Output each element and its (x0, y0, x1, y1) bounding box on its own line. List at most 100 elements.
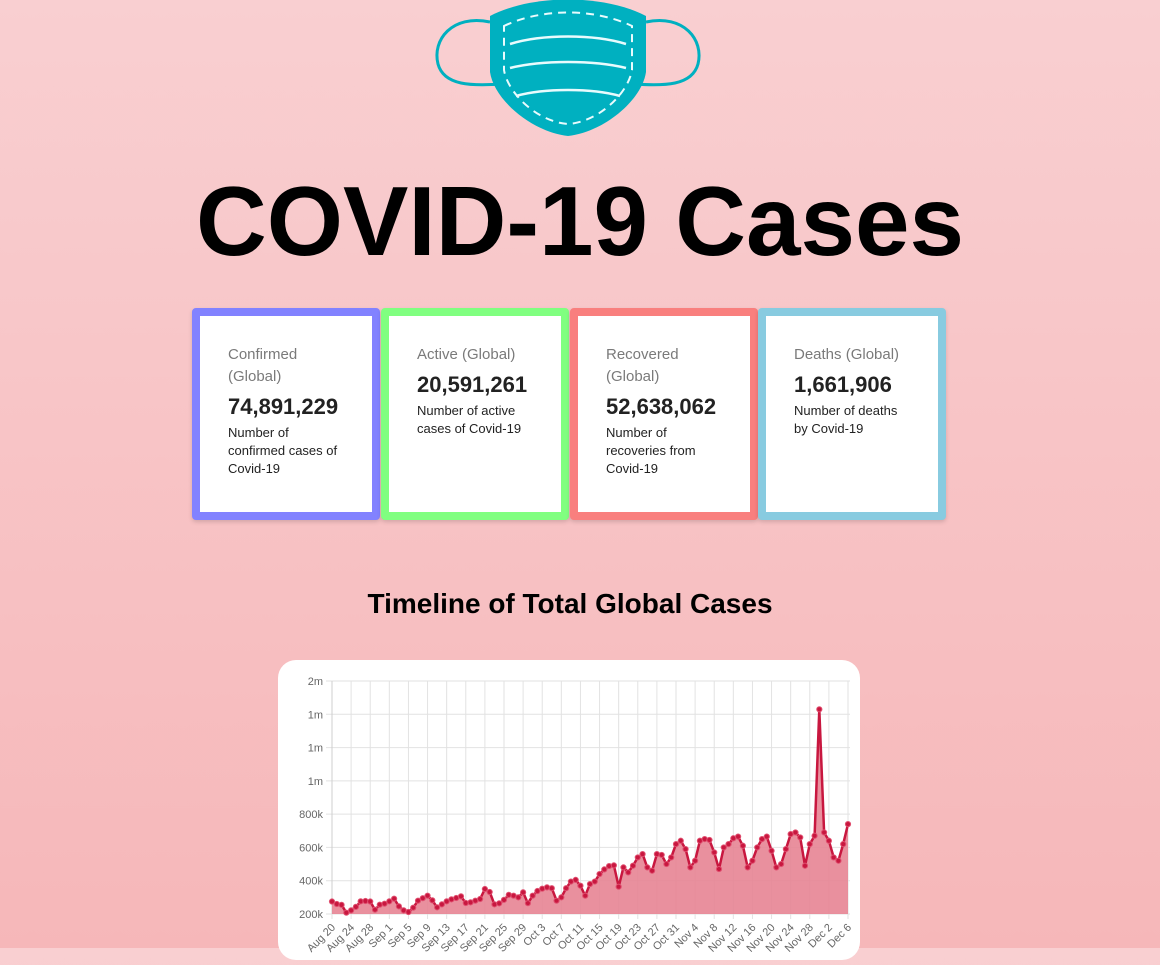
data-point (773, 864, 780, 871)
recovered-card: Recovered (Global) 52,638,062 Number of … (570, 308, 758, 520)
data-point (410, 904, 417, 911)
data-point (629, 862, 637, 869)
data-point (596, 870, 603, 878)
confirmed-card: Confirmed (Global) 74,891,229 Number of … (192, 308, 380, 520)
timeline-chart-card: 200k 400k 600k 800k 1m 1m 1m 2m Aug 20 Aug 24 Aug … (278, 660, 860, 960)
data-point (715, 865, 723, 873)
data-point (763, 833, 770, 840)
data-point (438, 901, 445, 908)
recovered-value: 52,638,062 (606, 394, 717, 419)
data-point (672, 841, 680, 848)
data-point (486, 888, 493, 896)
face-mask-icon (435, 0, 701, 136)
data-point (524, 900, 531, 907)
data-point (811, 832, 818, 839)
data-point (720, 844, 727, 851)
data-point (457, 893, 465, 900)
data-point (582, 892, 589, 899)
y-tick-label: 1m (308, 776, 323, 788)
data-point (520, 889, 527, 896)
data-point (778, 860, 785, 868)
data-point (634, 854, 641, 861)
data-point (692, 857, 699, 864)
data-point (649, 867, 656, 874)
data-point (797, 834, 804, 841)
data-point (644, 864, 651, 871)
data-point (500, 896, 508, 903)
y-tick-label: 1m (308, 743, 323, 755)
data-point (687, 864, 694, 871)
y-tick-label: 200k (299, 909, 323, 921)
recovered-description: Number of recoveries from Covid-19 (606, 425, 696, 476)
data-point (515, 894, 522, 901)
data-point (754, 844, 761, 851)
active-label: Active (Global) (417, 346, 516, 363)
data-point (577, 882, 584, 889)
deaths-card: Deaths (Global) 1,661,906 Number of deat… (758, 308, 946, 520)
data-point (830, 854, 837, 861)
data-point (620, 864, 627, 871)
data-point (668, 854, 675, 861)
data-point (625, 869, 632, 876)
active-card: Active (Global) 20,591,261 Number of act… (381, 308, 569, 520)
data-point (434, 904, 441, 911)
data-point (429, 897, 436, 904)
y-tick-label: 600k (299, 842, 323, 854)
active-value: 20,591,261 (417, 372, 528, 397)
data-point (553, 897, 560, 904)
timeline-chart: 200k400k600k800k1m1m1m2mAug 20Aug 24Aug … (299, 676, 854, 955)
data-point (405, 908, 412, 916)
data-point (477, 895, 484, 903)
y-tick-label: 1m (308, 709, 323, 721)
recovered-label: Recovered (Global) (606, 346, 679, 385)
deaths-value: 1,661,906 (794, 372, 892, 397)
deaths-label: Deaths (Global) (794, 346, 900, 363)
data-point (639, 850, 646, 858)
data-point (725, 841, 732, 848)
data-point (391, 895, 398, 902)
timeline-title: Timeline of Total Global Cases (367, 588, 773, 619)
y-tick-label: 400k (299, 876, 323, 888)
data-point (744, 864, 751, 871)
data-point (591, 878, 598, 885)
data-point (840, 841, 847, 848)
data-point (739, 842, 746, 849)
confirmed-description: Number of confirmed cases of Covid-19 (228, 425, 338, 476)
data-point (768, 847, 775, 854)
active-description: Number of active cases of Covid-19 (417, 403, 522, 436)
data-point (682, 845, 689, 853)
data-point (424, 892, 431, 899)
data-point (663, 860, 670, 868)
data-point (844, 821, 852, 828)
data-point (601, 866, 608, 873)
data-point (496, 900, 503, 907)
data-point (801, 862, 809, 869)
data-point (677, 837, 684, 844)
data-point (338, 901, 345, 908)
data-point (816, 706, 823, 713)
confirmed-value: 74,891,229 (228, 394, 339, 419)
data-point (395, 903, 402, 910)
data-point (658, 851, 665, 859)
data-point (367, 898, 374, 905)
data-point (735, 833, 742, 840)
data-point (792, 829, 799, 836)
data-point (821, 829, 828, 836)
data-point (558, 894, 565, 901)
data-point (835, 857, 842, 864)
data-point (825, 837, 832, 844)
page-title: COVID-19 Cases (195, 166, 965, 276)
y-tick-label: 2m (308, 676, 323, 688)
confirmed-label: Confirmed (Global) (228, 346, 298, 385)
y-tick-label: 800k (299, 809, 323, 821)
data-point (529, 892, 536, 899)
data-point (706, 836, 713, 844)
data-point (548, 885, 555, 892)
data-point (563, 885, 570, 892)
data-point (348, 907, 355, 914)
data-point (615, 883, 622, 890)
data-point (371, 906, 379, 913)
data-point (352, 903, 359, 910)
deaths-description: Number of deaths by Covid-19 (794, 403, 898, 436)
data-point (749, 857, 756, 864)
